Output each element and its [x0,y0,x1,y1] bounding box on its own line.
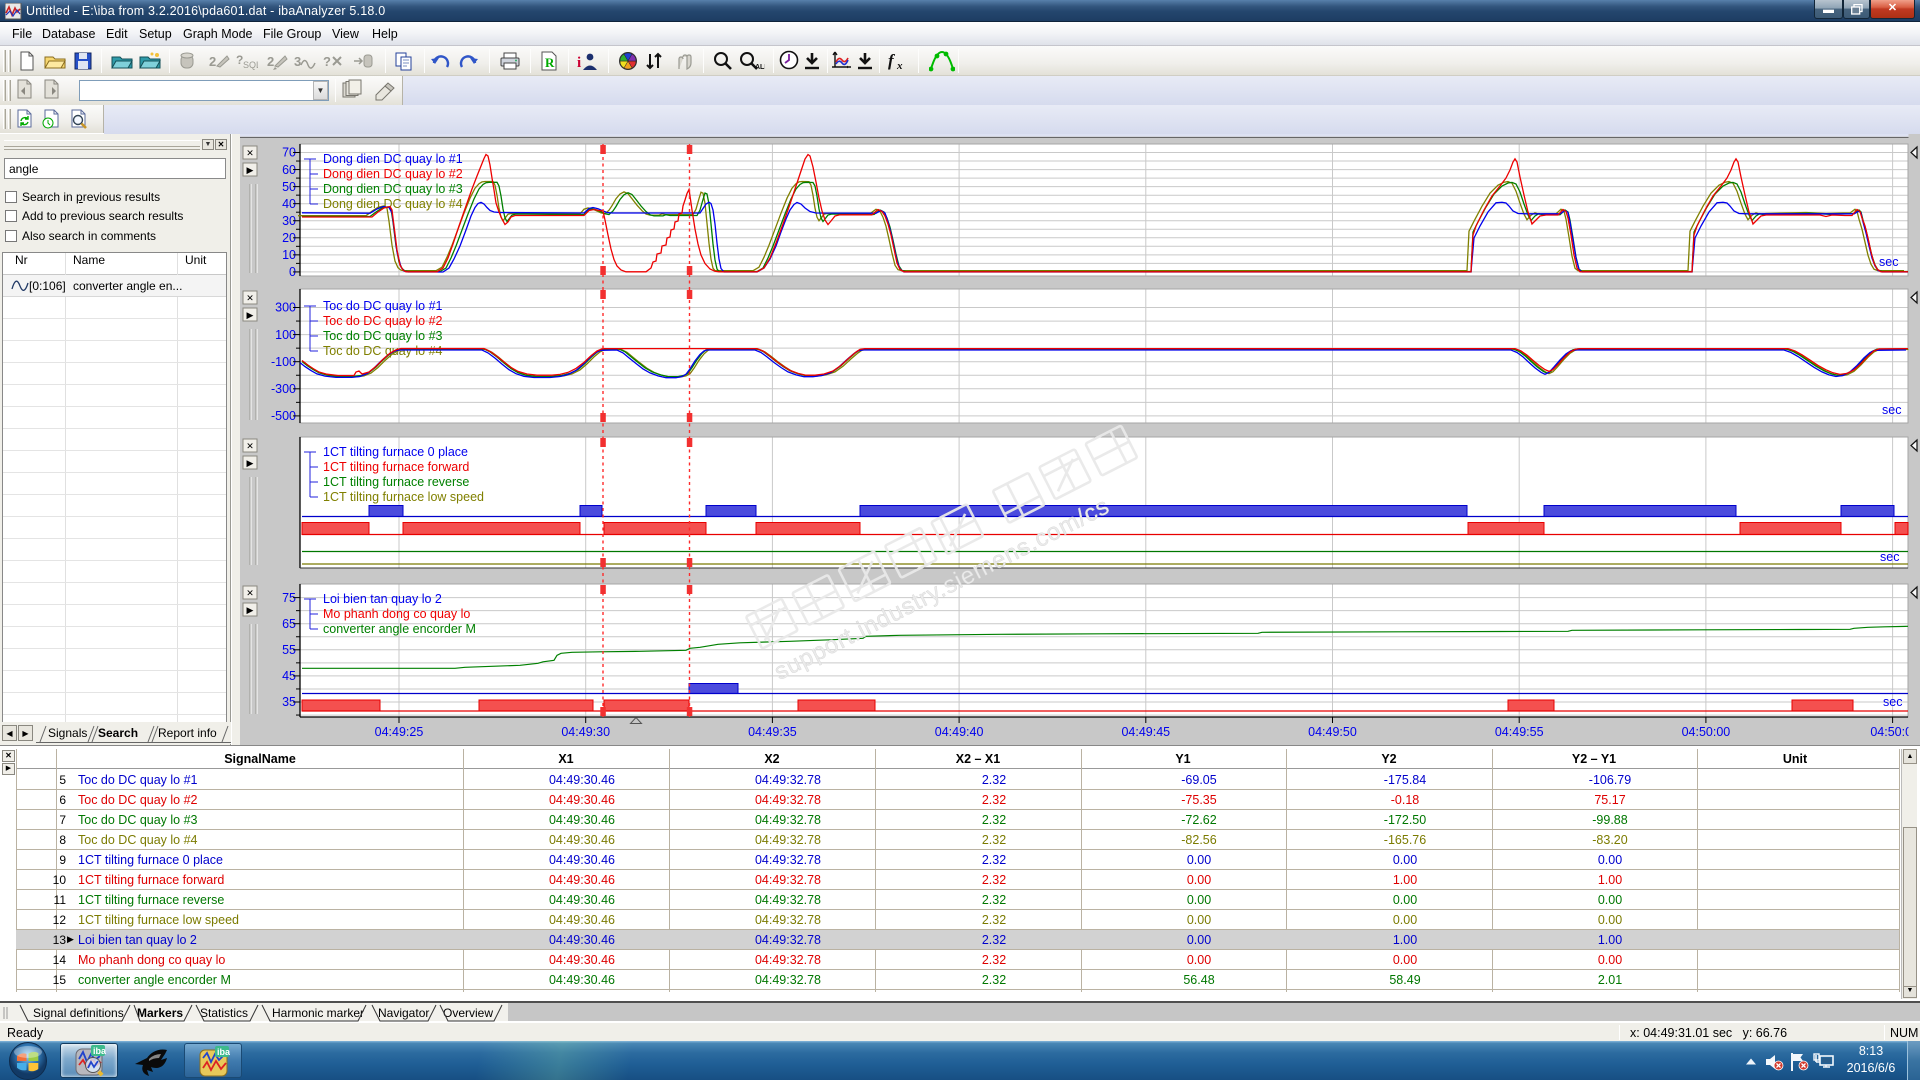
svg-text:R: R [545,55,555,70]
svg-text:-300: -300 [271,382,296,396]
svg-text:Loi bien tan quay lo 2: Loi bien tan quay lo 2 [323,592,442,606]
svg-text:sec: sec [1883,695,1902,709]
svg-text:iba: iba [217,1047,230,1057]
svg-text:04:50:00: 04:50:00 [1682,725,1731,739]
svg-text:sec: sec [1879,255,1898,269]
svg-text:✕: ✕ [246,293,254,303]
svg-text:04:49:35: 04:49:35 [748,725,797,739]
svg-text:1CT tilting furnace reverse: 1CT tilting furnace reverse [323,475,469,489]
svg-text:▶: ▶ [247,165,254,175]
svg-text:x: x [896,60,903,72]
svg-text:1CT tilting furnace forward: 1CT tilting furnace forward [323,460,469,474]
svg-text:04:49:30: 04:49:30 [561,725,610,739]
svg-text:04:49:40: 04:49:40 [935,725,984,739]
svg-text:100: 100 [275,328,296,342]
svg-text:04:49:25: 04:49:25 [375,725,424,739]
svg-text:Toc do DC quay lo #4: Toc do DC quay lo #4 [323,344,443,358]
svg-text:3: 3 [294,54,301,69]
svg-text:-100: -100 [271,355,296,369]
svg-text:Toc do DC quay lo #3: Toc do DC quay lo #3 [323,329,443,343]
svg-text:Toc do DC quay lo #1: Toc do DC quay lo #1 [323,299,443,313]
svg-text:▶: ▶ [247,605,254,615]
svg-text:04:49:50: 04:49:50 [1308,725,1357,739]
svg-text:Dong dien DC quay lo #4: Dong dien DC quay lo #4 [323,197,463,211]
svg-text:2: 2 [209,54,216,69]
svg-text:converter angle encorder M: converter angle encorder M [323,622,476,636]
svg-text:ALL: ALL [755,64,765,71]
svg-text:300: 300 [275,301,296,315]
svg-text:1CT tilting furnace low speed: 1CT tilting furnace low speed [323,490,484,504]
svg-text:?: ? [323,54,331,69]
svg-text:Toc do DC quay lo #2: Toc do DC quay lo #2 [323,314,443,328]
svg-text:1CT tilting furnace 0 place: 1CT tilting furnace 0 place [323,445,468,459]
svg-text:sec: sec [1882,403,1901,417]
svg-text:-500: -500 [271,409,296,423]
svg-text:▶: ▶ [247,458,254,468]
svg-text:iba: iba [93,1046,106,1056]
svg-text:i: i [577,55,581,71]
svg-text:Dong dien DC quay lo #3: Dong dien DC quay lo #3 [323,182,463,196]
svg-text:Mo phanh dong co quay lo: Mo phanh dong co quay lo [323,607,470,621]
svg-text:2: 2 [267,54,274,69]
svg-text:04:49:55: 04:49:55 [1495,725,1544,739]
svg-text:04:49:45: 04:49:45 [1121,725,1170,739]
svg-text:Dong dien DC quay lo #1: Dong dien DC quay lo #1 [323,152,463,166]
svg-text:SQL: SQL [243,60,258,70]
svg-text:✕: ✕ [246,588,254,598]
svg-text:Dong dien DC quay lo #2: Dong dien DC quay lo #2 [323,167,463,181]
svg-text:✕: ✕ [246,148,254,158]
svg-text:▶: ▶ [247,310,254,320]
svg-text:f: f [888,51,896,70]
svg-text:✕: ✕ [246,441,254,451]
